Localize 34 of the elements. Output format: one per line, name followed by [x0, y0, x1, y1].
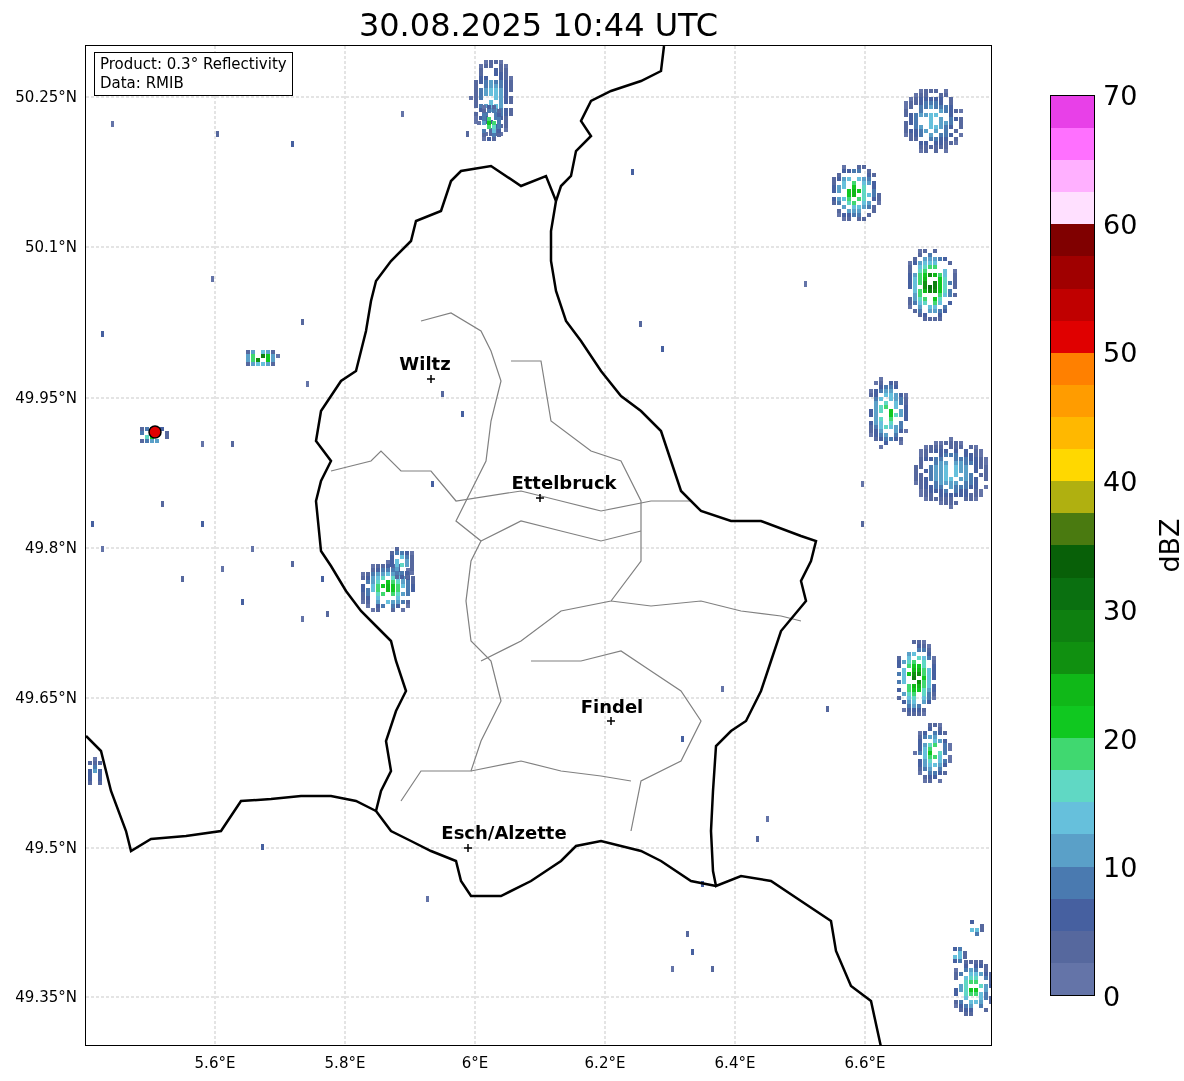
longitude-tick-label: 6°E	[461, 1054, 489, 1072]
longitude-tick-label: 6.4°E	[714, 1054, 756, 1072]
latitude-tick-label: 49.5°N	[24, 839, 77, 857]
colorbar-tick-label: 50	[1103, 336, 1138, 368]
latitude-tick-label: 50.1°N	[24, 238, 77, 256]
city-marker-icon	[463, 843, 473, 853]
colorbar-tick-label: 40	[1103, 465, 1138, 497]
plot-title: 30.08.2025 10:44 UTC	[358, 5, 719, 45]
city-marker-icon	[606, 716, 616, 726]
latitude-tick-label: 49.35°N	[15, 988, 77, 1006]
city-label: Esch/Alzette	[441, 822, 567, 843]
city-label: Wiltz	[399, 353, 451, 374]
radar-site-marker	[148, 425, 162, 439]
colorbar-label: dBZ	[1153, 518, 1184, 573]
city-label: Findel	[580, 696, 644, 717]
info-text: Data: RMIB	[100, 74, 185, 93]
colorbar-tick-label: 0	[1103, 980, 1121, 1012]
longitude-tick-label: 6.2°E	[584, 1054, 626, 1072]
latitude-tick-label: 50.25°N	[15, 88, 77, 106]
colorbar-tick-label: 60	[1103, 208, 1138, 240]
longitude-tick-label: 5.8°E	[324, 1054, 366, 1072]
info-text: Product: 0.3° Reflectivity	[100, 55, 287, 74]
latitude-tick-label: 49.8°N	[24, 539, 77, 557]
colorbar-tick-label: 70	[1103, 79, 1138, 111]
colorbar-tick-label: 30	[1103, 594, 1138, 626]
city-label: Ettelbruck	[511, 472, 617, 493]
latitude-tick-label: 49.65°N	[15, 689, 77, 707]
latitude-tick-label: 49.95°N	[15, 389, 77, 407]
city-marker-icon	[535, 493, 545, 503]
longitude-tick-label: 6.6°E	[844, 1054, 886, 1072]
colorbar-tick-label: 10	[1103, 851, 1138, 883]
colorbar-tick-label: 20	[1103, 723, 1138, 755]
longitude-tick-label: 5.6°E	[194, 1054, 236, 1072]
city-marker-icon	[426, 374, 436, 384]
